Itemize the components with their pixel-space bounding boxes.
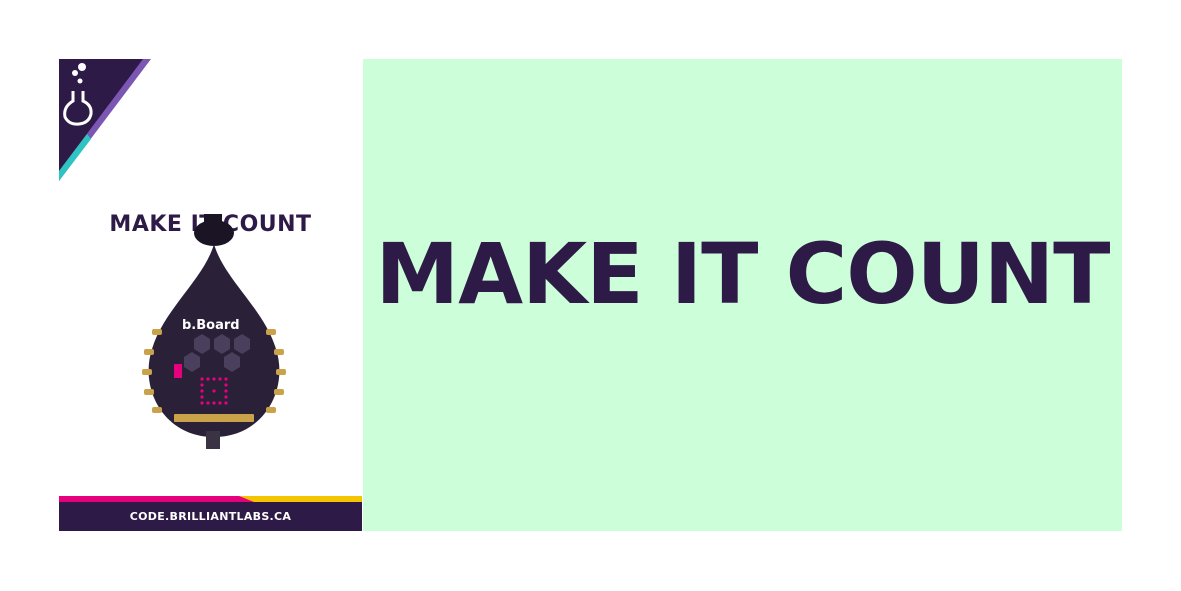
- title-panel: MAKE IT COUNT: [363, 59, 1122, 531]
- brand-corner-logo: [59, 59, 151, 181]
- thumbnail-card: MAKE IT COUNT b.Board: [59, 59, 362, 531]
- bboard-image: b.Board: [142, 214, 286, 449]
- panel-title: MAKE IT COUNT: [375, 225, 1111, 323]
- card-footer: CODE.BRILLIANTLABS.CA: [59, 502, 362, 531]
- footer-url: CODE.BRILLIANTLABS.CA: [129, 510, 292, 523]
- board-label: b.Board: [182, 318, 240, 333]
